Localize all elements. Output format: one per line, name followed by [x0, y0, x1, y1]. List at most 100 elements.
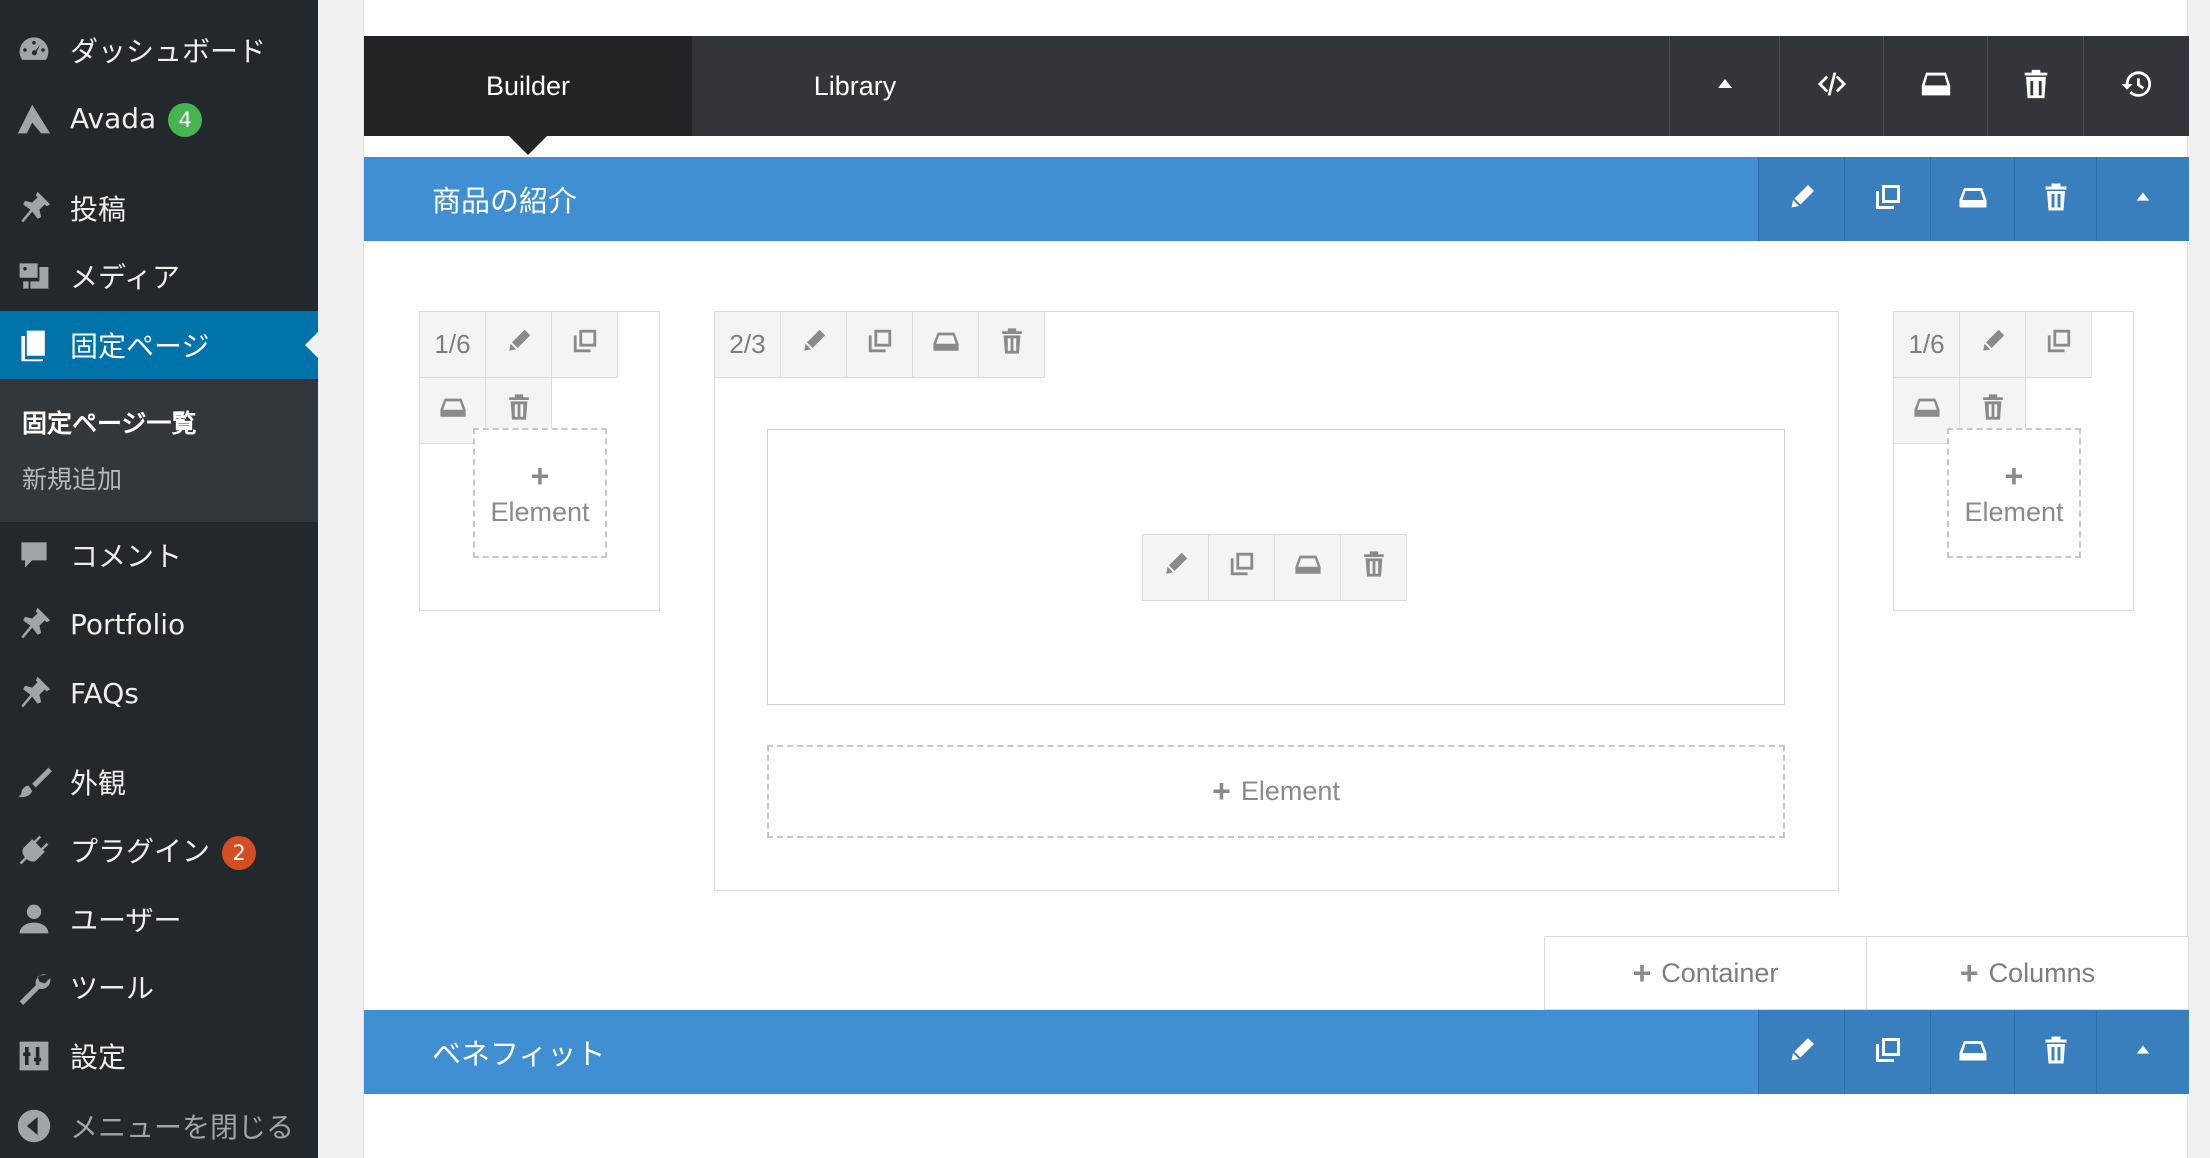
delete-container-button[interactable]: [2014, 157, 2096, 241]
menu-comments[interactable]: コメント: [0, 521, 318, 589]
add-element-label: Element: [1964, 497, 2064, 528]
wrench-icon: [14, 967, 54, 1007]
menu-label: コメント: [70, 540, 183, 573]
delete-container-button[interactable]: [2014, 1010, 2096, 1094]
dashboard-icon: [14, 30, 54, 70]
tab-library[interactable]: Library: [692, 36, 1018, 136]
settings-icon: [14, 1036, 54, 1076]
add-element-label: Element: [490, 497, 590, 528]
container-title[interactable]: 商品の紹介: [432, 178, 577, 220]
column-size-label[interactable]: 1/6: [1893, 311, 1960, 378]
menu-dashboard[interactable]: ダッシュボード: [0, 16, 318, 84]
save-icon: [1958, 182, 1988, 216]
clone-element-button[interactable]: [1208, 534, 1275, 601]
collapse-menu-button[interactable]: メニューを閉じる: [0, 1092, 318, 1158]
toggle-container-button[interactable]: [2096, 1010, 2189, 1094]
update-count-badge: 4: [168, 102, 203, 137]
menu-settings[interactable]: 設定: [0, 1022, 318, 1090]
media-icon: [14, 256, 54, 296]
clone-column-button[interactable]: [551, 311, 618, 378]
collapse-arrow-icon: [14, 1106, 54, 1146]
save-element-button[interactable]: [1274, 534, 1341, 601]
edit-element-button[interactable]: [1142, 534, 1209, 601]
add-element-button[interactable]: + Element: [1947, 428, 2081, 558]
save-icon: [1294, 550, 1322, 585]
edit-container-button[interactable]: [1758, 157, 1844, 241]
plus-icon: +: [1959, 954, 1979, 991]
pages-icon: [14, 325, 54, 365]
trash-icon: [998, 327, 1026, 362]
menu-plugins[interactable]: プラグイン 2: [0, 816, 318, 884]
pages-submenu: 固定ページ一覧 新規追加: [0, 380, 318, 522]
clone-icon: [1873, 1035, 1903, 1069]
save-icon: [1958, 1035, 1988, 1069]
add-columns-button[interactable]: + Columns: [1866, 936, 2189, 1010]
pushpin-icon: [14, 604, 54, 644]
menu-portfolio[interactable]: Portfolio: [0, 590, 318, 658]
builder-toolbar: Builder Library: [364, 36, 2189, 136]
history-button[interactable]: [2083, 36, 2189, 136]
clone-container-button[interactable]: [1844, 1010, 1930, 1094]
menu-label: プラグイン: [70, 835, 211, 868]
edit-column-button[interactable]: [780, 311, 847, 378]
column-size-label[interactable]: 2/3: [714, 311, 781, 378]
clone-column-button[interactable]: [2025, 311, 2092, 378]
container-title[interactable]: ベネフィット: [432, 1031, 605, 1073]
save-icon: [439, 393, 467, 428]
pushpin-icon: [14, 673, 54, 713]
collapse-up-icon: [2134, 1041, 2152, 1063]
edit-column-button[interactable]: [1959, 311, 2026, 378]
menu-posts[interactable]: 投稿: [0, 174, 318, 242]
menu-users[interactable]: ユーザー: [0, 885, 318, 953]
save-container-button[interactable]: [1930, 157, 2014, 241]
code-view-button[interactable]: [1779, 36, 1883, 136]
add-element-label: Element: [1240, 776, 1340, 806]
edit-container-button[interactable]: [1758, 1010, 1844, 1094]
user-icon: [14, 899, 54, 939]
delete-column-button[interactable]: [978, 311, 1045, 378]
column-size-label[interactable]: 1/6: [419, 311, 486, 378]
add-element-button[interactable]: + Element: [473, 428, 607, 558]
pencil-icon: [1787, 182, 1817, 216]
pencil-icon: [1162, 550, 1190, 585]
submenu-add-new[interactable]: 新規追加: [22, 460, 122, 496]
collapse-all-button[interactable]: [1669, 36, 1779, 136]
clone-icon: [1228, 550, 1256, 585]
admin-sidebar: ダッシュボード Avada 4 投稿 メディア 固定ページ 固定ページ一覧 新規追…: [0, 0, 318, 1158]
menu-label: 外観: [70, 767, 127, 800]
clone-icon: [571, 327, 599, 362]
menu-media[interactable]: メディア: [0, 242, 318, 310]
add-container-button[interactable]: + Container: [1544, 936, 1867, 1010]
save-icon: [1913, 393, 1941, 428]
menu-appearance[interactable]: 外観: [0, 748, 318, 816]
edit-column-button[interactable]: [485, 311, 552, 378]
menu-pages[interactable]: 固定ページ: [0, 311, 318, 379]
plus-icon: +: [1212, 773, 1231, 809]
menu-faqs[interactable]: FAQs: [0, 659, 318, 727]
history-icon: [2120, 67, 2154, 105]
menu-tools[interactable]: ツール: [0, 953, 318, 1021]
trash-icon: [2041, 1035, 2071, 1069]
toggle-container-button[interactable]: [2096, 157, 2189, 241]
add-container-label: Container: [1661, 957, 1779, 988]
add-element-button[interactable]: + Element: [767, 745, 1785, 838]
save-column-button[interactable]: [912, 311, 979, 378]
menu-label: ユーザー: [70, 904, 182, 937]
save-template-button[interactable]: [1883, 36, 1987, 136]
menu-avada[interactable]: Avada 4: [0, 85, 318, 153]
pushpin-icon: [14, 188, 54, 228]
tab-builder[interactable]: Builder: [364, 36, 692, 136]
save-container-button[interactable]: [1930, 1010, 2014, 1094]
update-count-badge: 2: [222, 836, 257, 870]
clone-container-button[interactable]: [1844, 157, 1930, 241]
container-header: ベネフィット: [364, 1010, 2189, 1094]
menu-label: FAQs: [70, 676, 139, 710]
collapse-label: メニューを閉じる: [70, 1111, 295, 1144]
clone-column-button[interactable]: [846, 311, 913, 378]
clone-icon: [2045, 327, 2073, 362]
delete-all-button[interactable]: [1987, 36, 2083, 136]
trash-icon: [505, 393, 533, 428]
container-header: 商品の紹介: [364, 157, 2189, 241]
delete-element-button[interactable]: [1340, 534, 1407, 601]
submenu-all-pages[interactable]: 固定ページ一覧: [22, 404, 197, 440]
